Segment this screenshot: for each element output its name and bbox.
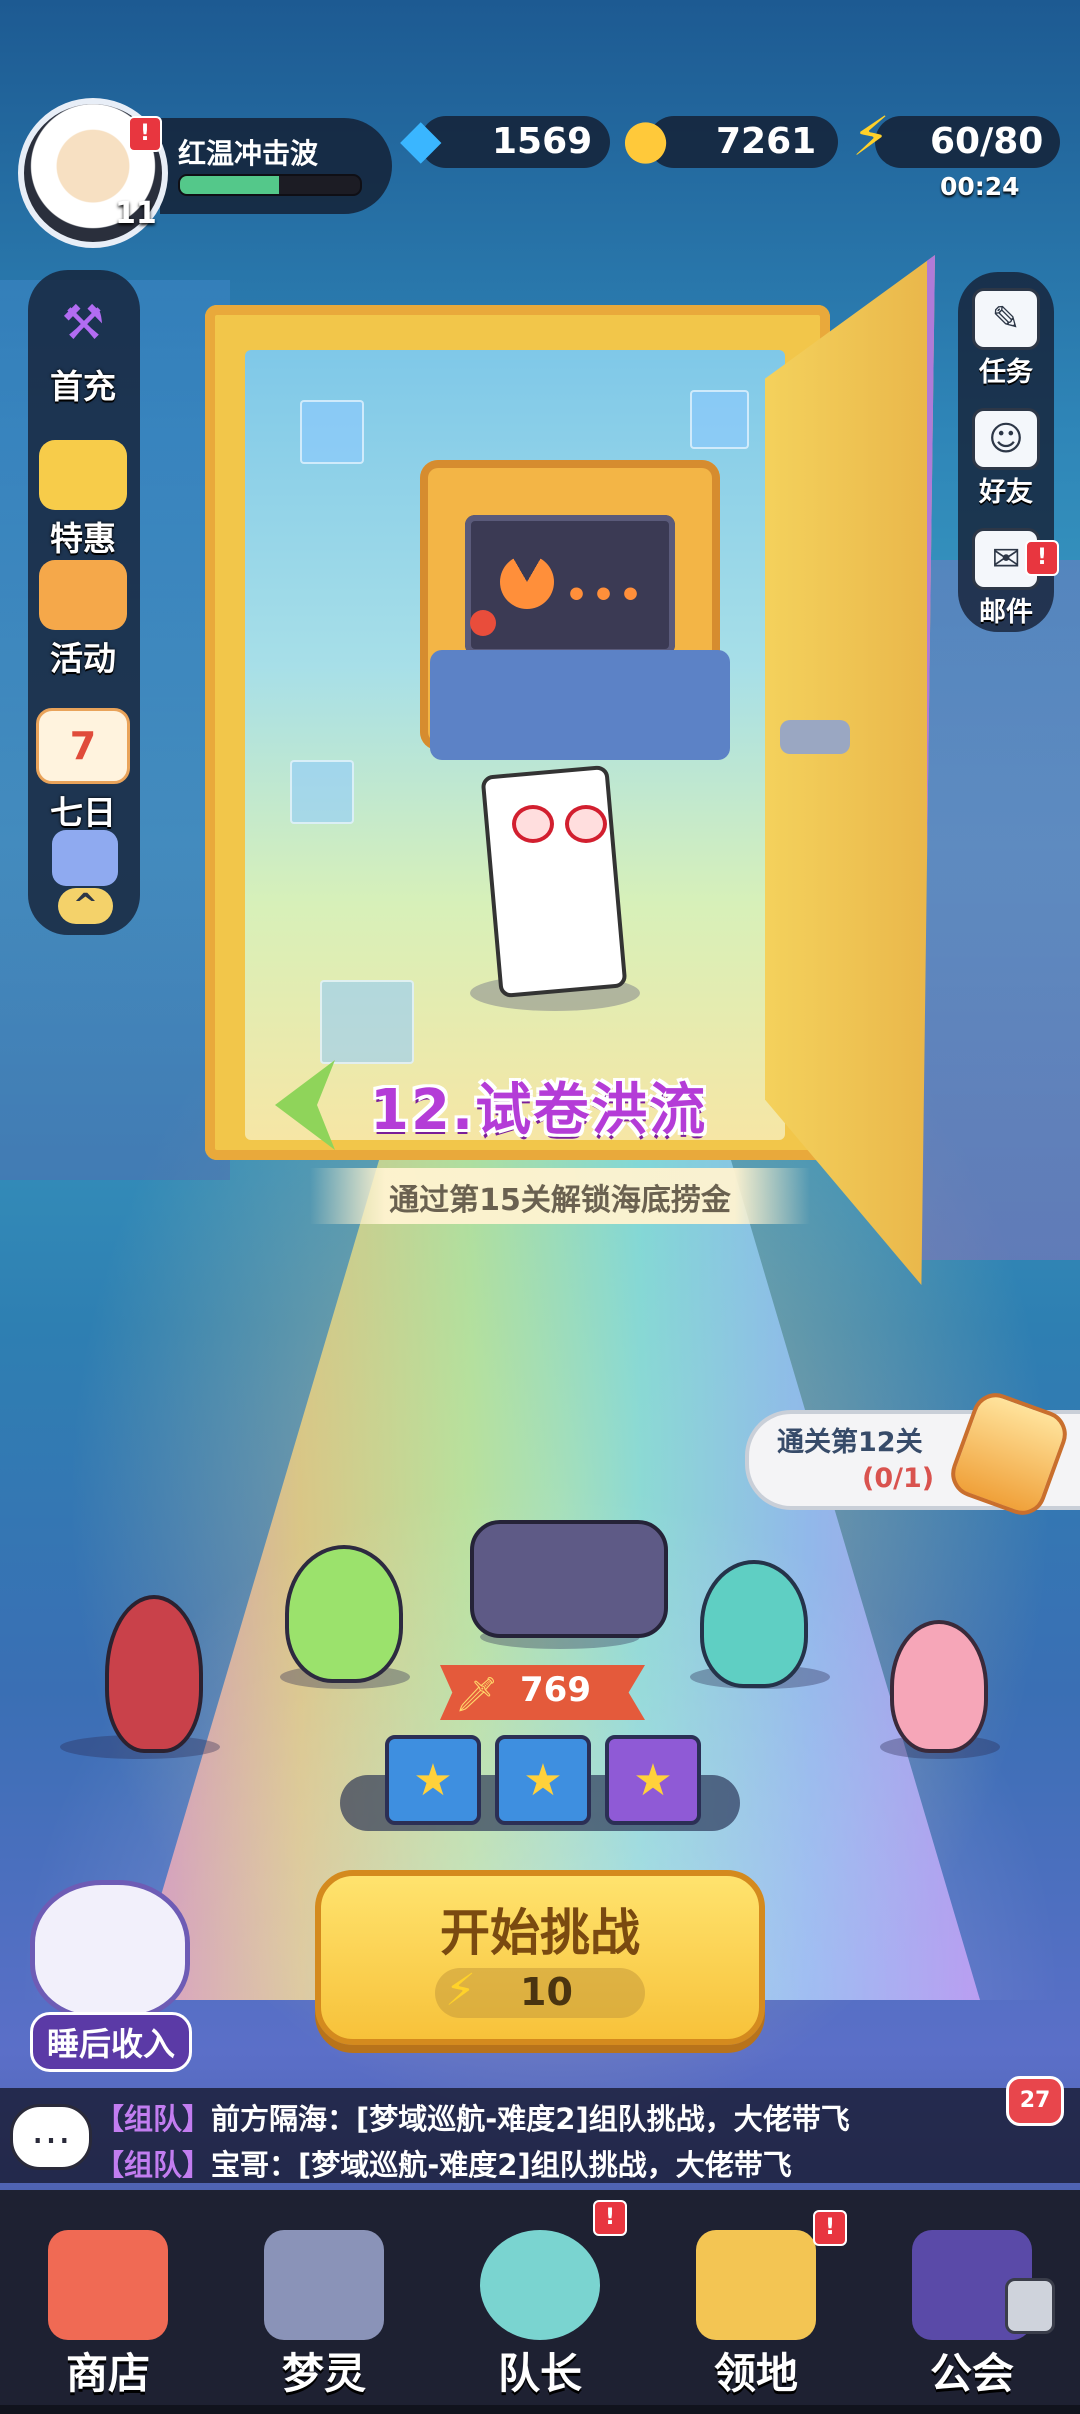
pacman-icon — [500, 555, 554, 609]
lightning-icon: ⚡ — [445, 1965, 476, 2016]
energy-cost-value: 10 — [520, 1970, 573, 2014]
chat-tag: 【组队】 — [95, 2102, 212, 2136]
player-level: 11 — [115, 196, 157, 231]
sleeping-pet-icon[interactable] — [30, 1880, 190, 2020]
chat-message: 【组队】前方隔海：[梦域巡航-难度2]组队挑战，大佬带飞 — [95, 2096, 850, 2138]
chevron-up-icon[interactable]: ^ — [58, 888, 113, 924]
chat-text: 宝哥：[梦域巡航-难度2]组队挑战，大佬带飞 — [211, 2148, 792, 2182]
gold-coin-icon: ● — [622, 107, 670, 170]
menu-first-recharge[interactable]: ⚒ 首充 — [28, 288, 138, 408]
pacman-dots: ••• — [565, 575, 647, 616]
captain-alert-icon: ! — [593, 2200, 627, 2236]
menu-label: 邮件 — [979, 597, 1033, 628]
nav-label: 商店 — [65, 2349, 150, 2398]
diamond-icon: ◆ — [400, 107, 442, 170]
calendar-icon: 7 — [36, 708, 130, 784]
chat-unread-badge: 27 — [1006, 2076, 1064, 2126]
lightning-icon: ⚡ — [852, 105, 890, 168]
star-chest-icon[interactable]: ★ — [495, 1735, 591, 1825]
menu-friends[interactable]: ☺ 好友 — [961, 408, 1051, 509]
floating-cube — [290, 760, 354, 824]
nav-label: 公会 — [929, 2349, 1014, 2398]
menu-special-offer[interactable]: 特惠 — [28, 440, 138, 560]
menu-label: 七日 — [50, 793, 116, 832]
menu-seven-day[interactable]: 7 七日 — [28, 708, 138, 834]
treasure-box-icon — [39, 560, 127, 630]
stage-title: 12.试卷洪流 — [370, 1078, 708, 1143]
star-chest-icon[interactable]: ★ — [605, 1735, 701, 1825]
more-events-icon[interactable] — [52, 830, 118, 886]
team-power-value: 769 — [520, 1670, 591, 1710]
hammer-icon: ⚒ — [61, 295, 105, 351]
boss-eye-right — [565, 805, 607, 843]
energy-value: 60/80 — [930, 121, 1044, 162]
nav-label: 领地 — [713, 2349, 798, 2398]
nav-spirits[interactable]: 梦灵 — [216, 2190, 432, 2414]
exp-bar-fill — [180, 176, 279, 194]
territory-door-icon — [696, 2230, 816, 2340]
hero-punk-guitarist[interactable] — [285, 1545, 403, 1683]
chat-message: 【组队】宝哥：[梦域巡航-难度2]组队挑战，大佬带飞 — [95, 2142, 792, 2184]
sword-icon: 🗡 — [455, 1675, 499, 1715]
captain-icon — [480, 2230, 600, 2340]
territory-alert-icon: ! — [813, 2210, 847, 2246]
chat-text: 前方隔海：[梦域巡航-难度2]组队挑战，大佬带飞 — [211, 2102, 850, 2136]
nav-label: 梦灵 — [281, 2349, 366, 2398]
hero-swordswoman[interactable] — [105, 1595, 203, 1753]
gems-value: 1569 — [492, 121, 593, 162]
arcade-control-panel — [430, 650, 730, 760]
hero-slime-girl[interactable] — [700, 1560, 808, 1688]
joystick-icon — [470, 610, 496, 636]
floating-cube — [300, 400, 364, 464]
nav-shop[interactable]: 商店 — [0, 2190, 216, 2414]
shop-icon — [48, 2230, 168, 2340]
start-challenge-label: 开始挑战 — [440, 1904, 640, 1962]
quest-progress: (0/1) — [862, 1463, 935, 1494]
menu-label: 活动 — [50, 639, 116, 678]
menu-tasks[interactable]: ✎ 任务 — [961, 288, 1051, 389]
door-handle — [780, 720, 850, 754]
star-chest-icon[interactable]: ★ — [385, 1735, 481, 1825]
floating-cube — [690, 390, 749, 449]
nav-label: 队长 — [497, 2349, 582, 2398]
menu-label: 任务 — [979, 357, 1033, 388]
lock-icon — [1005, 2278, 1055, 2334]
idle-income-label[interactable]: 睡后收入 — [30, 2012, 193, 2072]
chat-bubble-icon[interactable]: … — [10, 2104, 92, 2170]
spirit-robot-icon — [264, 2230, 384, 2340]
menu-label: 好友 — [979, 477, 1033, 508]
player-name: 红温冲击波 — [178, 137, 319, 170]
paper-boss-monster[interactable] — [480, 764, 628, 999]
hero-robot-cannon[interactable] — [470, 1520, 668, 1638]
task-icon: ✎ — [972, 288, 1040, 350]
menu-events[interactable]: 活动 — [28, 560, 138, 680]
boss-eye-left — [512, 805, 554, 843]
room-wall-right — [910, 560, 1080, 1260]
hero-nurse[interactable] — [890, 1620, 988, 1753]
menu-label: 首充 — [50, 367, 116, 406]
floating-cube — [320, 980, 414, 1064]
energy-timer: 00:24 — [940, 172, 1020, 201]
mail-alert-icon: ! — [1025, 540, 1059, 576]
gift-card-icon — [39, 440, 127, 510]
friends-icon: ☺ — [972, 408, 1040, 470]
avatar-alert-icon: ! — [128, 116, 162, 152]
gold-value: 7261 — [716, 121, 817, 162]
stage-subtitle: 通过第15关解锁海底捞金 — [389, 1183, 731, 1218]
menu-label: 特惠 — [50, 519, 116, 558]
exp-bar — [178, 174, 362, 196]
chat-tag: 【组队】 — [95, 2148, 212, 2182]
system-gesture-bar — [0, 2405, 1080, 2414]
quest-title: 通关第12关 — [777, 1427, 923, 1458]
